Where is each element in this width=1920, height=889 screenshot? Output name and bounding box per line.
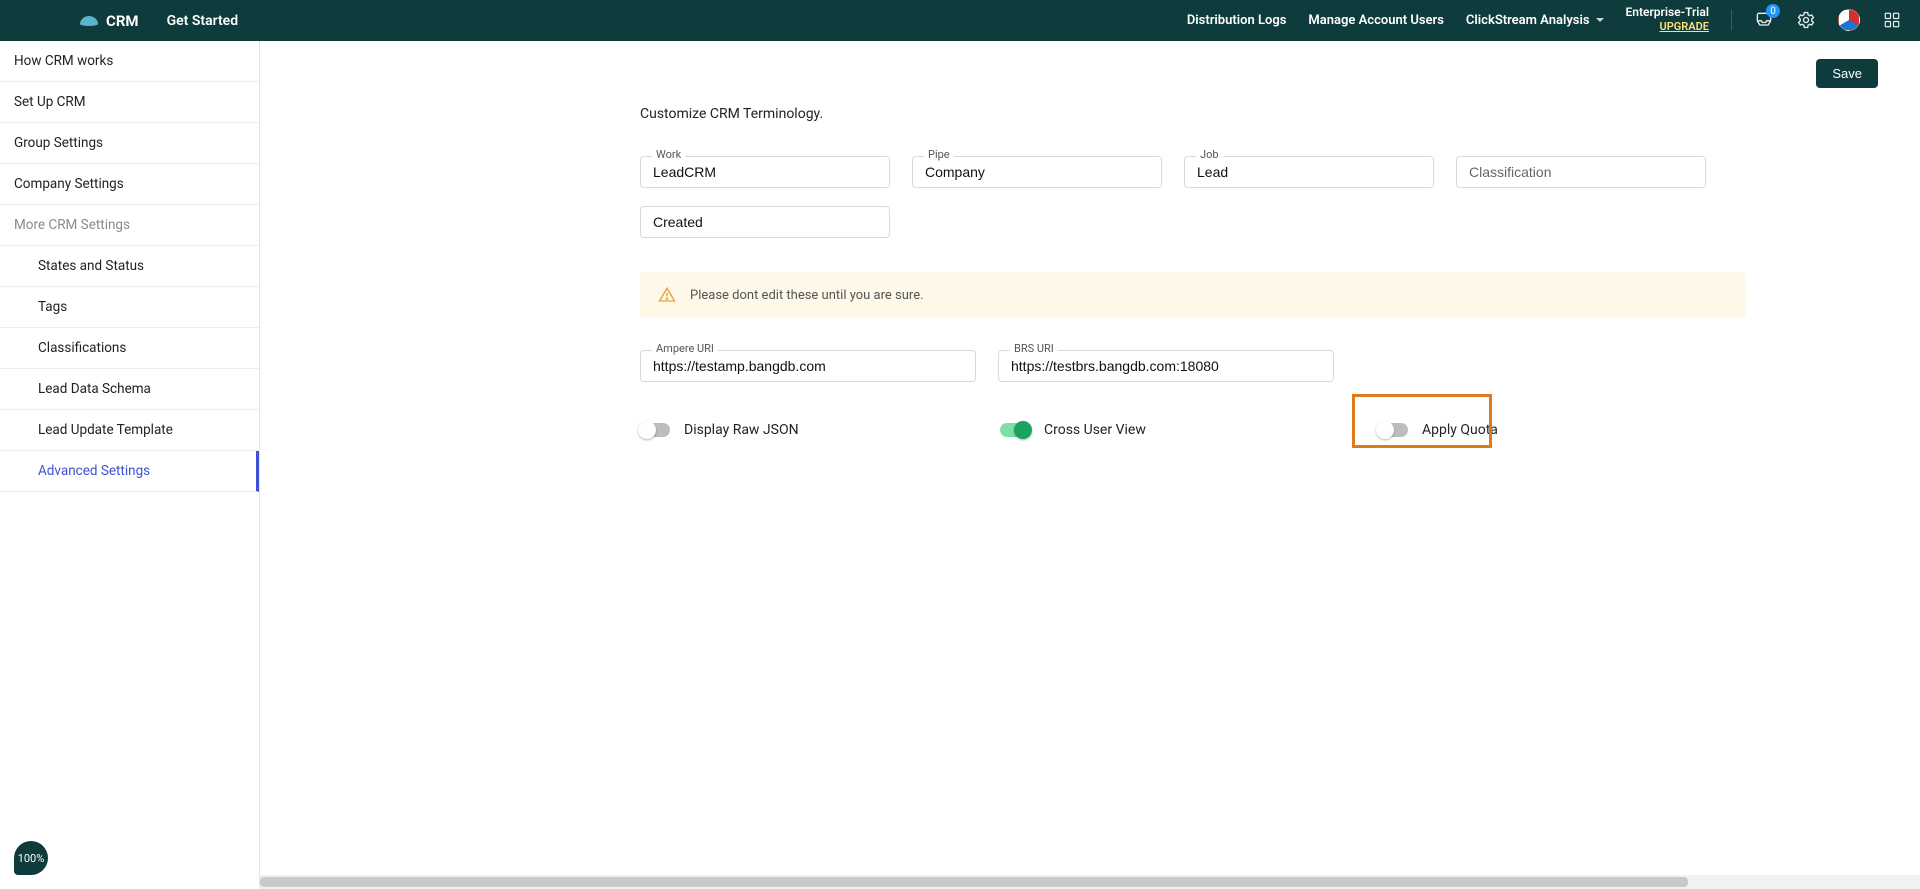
label-apply-quota: Apply Quota — [1422, 422, 1498, 438]
toggle-cross-user: Cross User View — [1000, 422, 1360, 438]
input-classification[interactable] — [1456, 156, 1706, 188]
field-work-label: Work — [652, 148, 685, 161]
nav-distribution-logs[interactable]: Distribution Logs — [1187, 13, 1287, 28]
sidebar-sub-states[interactable]: States and Status — [0, 246, 259, 287]
field-job: Job — [1184, 156, 1434, 188]
field-classification — [1456, 156, 1706, 188]
inbox-icon[interactable]: 0 — [1754, 10, 1774, 30]
avatar[interactable] — [1838, 9, 1860, 31]
sidebar-sub-advanced[interactable]: Advanced Settings — [0, 451, 259, 492]
upgrade-link[interactable]: UPGRADE — [1660, 20, 1709, 33]
warning-banner: Please dont edit these until you are sur… — [640, 272, 1746, 318]
field-created — [640, 206, 890, 238]
brs-label: BRS URI — [1010, 342, 1058, 355]
save-button[interactable]: Save — [1816, 59, 1878, 88]
trial-block: Enterprise-Trial UPGRADE — [1626, 6, 1709, 35]
sidebar-sub-lead-template[interactable]: Lead Update Template — [0, 410, 259, 451]
divider — [1731, 10, 1732, 30]
sidebar: How CRM works Set Up CRM Group Settings … — [0, 41, 260, 889]
sidebar-item-set-up-crm[interactable]: Set Up CRM — [0, 82, 259, 123]
sidebar-item-how-crm-works[interactable]: How CRM works — [0, 41, 259, 82]
label-cross-user: Cross User View — [1044, 422, 1146, 438]
field-job-label: Job — [1196, 148, 1223, 161]
toggle-raw-json: Display Raw JSON — [640, 422, 1000, 438]
top-bar: CRM Get Started Distribution Logs Manage… — [0, 0, 1920, 41]
uri-row: Ampere URI BRS URI — [640, 350, 1746, 382]
scrollbar-thumb[interactable] — [260, 877, 1688, 887]
label-raw-json: Display Raw JSON — [684, 422, 799, 438]
zoom-indicator[interactable]: 100% — [14, 841, 48, 875]
inner: Customize CRM Terminology. Work Pipe Job — [260, 88, 1810, 452]
sidebar-sub-lead-schema[interactable]: Lead Data Schema — [0, 369, 259, 410]
sidebar-item-company-settings[interactable]: Company Settings — [0, 164, 259, 205]
switch-raw-json[interactable] — [640, 423, 670, 437]
field-work: Work — [640, 156, 890, 188]
field-ampere: Ampere URI — [640, 350, 976, 382]
field-pipe-label: Pipe — [924, 148, 954, 161]
brand-icon — [80, 16, 98, 26]
brand-text: CRM — [106, 12, 139, 30]
horizontal-scrollbar[interactable] — [260, 875, 1920, 889]
toggles-row: Display Raw JSON Cross User View Apply Q… — [640, 408, 1746, 452]
switch-cross-user[interactable] — [1000, 423, 1030, 437]
terminology-row-2 — [640, 206, 1746, 238]
input-created[interactable] — [640, 206, 890, 238]
sidebar-more-header: More CRM Settings — [0, 205, 259, 246]
highlight-box — [1352, 394, 1492, 448]
terminology-row: Work Pipe Job — [640, 156, 1746, 188]
gear-icon[interactable] — [1796, 10, 1816, 30]
save-row: Save — [260, 41, 1920, 88]
warning-text: Please dont edit these until you are sur… — [690, 288, 924, 303]
warning-icon — [658, 286, 676, 304]
ampere-label: Ampere URI — [652, 342, 718, 355]
page: How CRM works Set Up CRM Group Settings … — [0, 41, 1920, 889]
brand[interactable]: CRM — [80, 12, 139, 30]
sidebar-item-group-settings[interactable]: Group Settings — [0, 123, 259, 164]
nav-manage-users[interactable]: Manage Account Users — [1308, 13, 1444, 28]
field-brs: BRS URI — [998, 350, 1334, 382]
sidebar-sub-tags[interactable]: Tags — [0, 287, 259, 328]
field-pipe: Pipe — [912, 156, 1162, 188]
trial-label: Enterprise-Trial — [1626, 6, 1709, 19]
toggle-apply-quota: Apply Quota — [1360, 408, 1516, 452]
top-right: Distribution Logs Manage Account Users C… — [1187, 6, 1902, 35]
get-started-link[interactable]: Get Started — [167, 13, 239, 29]
apps-icon[interactable] — [1882, 10, 1902, 30]
switch-apply-quota[interactable] — [1378, 423, 1408, 437]
nav-clickstream[interactable]: ClickStream Analysis — [1466, 13, 1604, 28]
page-title: Customize CRM Terminology. — [640, 106, 1746, 122]
sidebar-sub-classifications[interactable]: Classifications — [0, 328, 259, 369]
inbox-badge: 0 — [1766, 4, 1780, 18]
content: Save Customize CRM Terminology. Work Pip… — [260, 41, 1920, 889]
